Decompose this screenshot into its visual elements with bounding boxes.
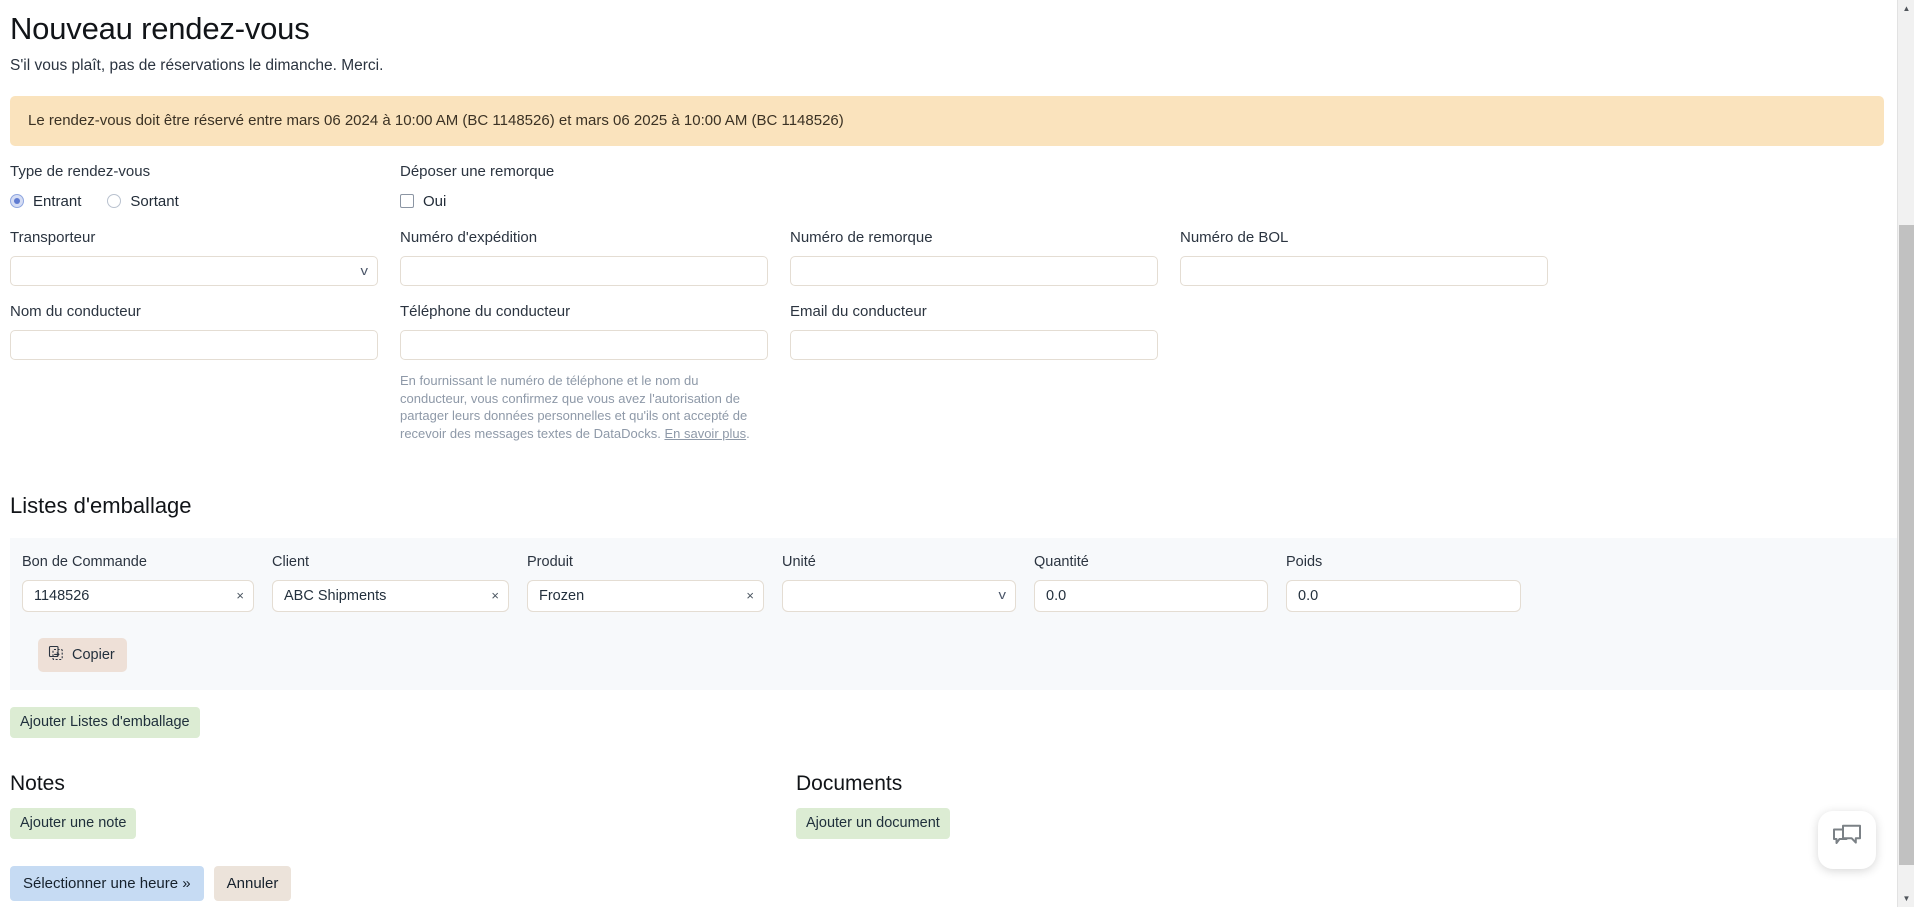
carrier-field-group: Transporteur v bbox=[10, 229, 400, 286]
shipment-number-field-group: Numéro d'expédition bbox=[400, 229, 790, 286]
carrier-label: Transporteur bbox=[10, 229, 96, 246]
customer-cell: Client ABC Shipments × bbox=[272, 554, 527, 612]
bol-number-field-group: Numéro de BOL bbox=[1180, 229, 1570, 286]
quantity-cell: Quantité 0.0 bbox=[1034, 554, 1286, 612]
driver-email-input[interactable] bbox=[790, 330, 1158, 360]
customer-clear-icon[interactable]: × bbox=[491, 581, 499, 611]
notes-section: Notes Ajouter une note bbox=[10, 771, 796, 839]
driver-email-field-group: Email du conducteur bbox=[790, 303, 1180, 455]
appointment-type-group: Type de rendez-vous Entrant Sortant bbox=[10, 163, 400, 212]
radio-sortant-label[interactable]: Sortant bbox=[130, 193, 178, 210]
chevron-down-icon: v bbox=[360, 263, 368, 278]
driver-phone-field-group: Téléphone du conducteur En fournissant l… bbox=[400, 303, 790, 455]
product-value: Frozen bbox=[539, 588, 585, 604]
appointment-form-page: Nouveau rendez-vous S'il vous plaît, pas… bbox=[0, 0, 1914, 907]
customer-label: Client bbox=[272, 554, 310, 570]
chat-bubbles-icon bbox=[1831, 824, 1863, 857]
driver-consent-trailing: . bbox=[746, 425, 750, 441]
unit-label: Unité bbox=[782, 554, 816, 570]
radio-entrant[interactable] bbox=[10, 194, 24, 208]
add-note-button[interactable]: Ajouter une note bbox=[10, 808, 137, 839]
type-and-trailer-row: Type de rendez-vous Entrant Sortant Dépo… bbox=[10, 163, 1884, 212]
driver-name-field-group: Nom du conducteur bbox=[10, 303, 400, 455]
checkbox-drop-trailer[interactable] bbox=[400, 194, 414, 208]
select-time-button[interactable]: Sélectionner une heure » bbox=[10, 866, 204, 901]
radio-sortant[interactable] bbox=[107, 194, 122, 208]
carrier-select[interactable]: v bbox=[10, 256, 378, 286]
driver-phone-label: Téléphone du conducteur bbox=[400, 303, 571, 320]
unit-select[interactable]: v bbox=[782, 580, 1016, 612]
packing-lists-title: Listes d'emballage bbox=[10, 493, 192, 518]
trailer-number-label: Numéro de remorque bbox=[790, 229, 933, 246]
product-label: Produit bbox=[527, 554, 573, 570]
booking-window-alert: Le rendez-vous doit être réservé entre m… bbox=[10, 96, 1884, 146]
radio-entrant-label[interactable]: Entrant bbox=[33, 193, 81, 210]
customer-value: ABC Shipments bbox=[284, 588, 387, 604]
bol-number-input[interactable] bbox=[1180, 256, 1548, 286]
po-value: 1148526 bbox=[34, 588, 90, 604]
weight-input[interactable]: 0.0 bbox=[1286, 580, 1521, 612]
scroll-down-arrow-icon[interactable]: ▼ bbox=[1898, 890, 1914, 907]
driver-consent-note: En fournissant le numéro de téléphone et… bbox=[400, 372, 768, 442]
documents-title: Documents bbox=[796, 772, 903, 795]
customer-input[interactable]: ABC Shipments × bbox=[272, 580, 509, 612]
po-cell: Bon de Commande 1148526 × bbox=[22, 554, 272, 612]
notes-title: Notes bbox=[10, 772, 65, 795]
copy-packing-list-button[interactable]: Copier bbox=[38, 638, 127, 672]
po-input[interactable]: 1148526 × bbox=[22, 580, 254, 612]
packing-lists-panel: Bon de Commande 1148526 × Client ABC Shi… bbox=[10, 538, 1904, 690]
driver-phone-input[interactable] bbox=[400, 330, 768, 360]
driver-name-label: Nom du conducteur bbox=[10, 303, 141, 320]
trailer-number-input[interactable] bbox=[790, 256, 1158, 286]
checkbox-drop-trailer-label[interactable]: Oui bbox=[423, 193, 446, 210]
learn-more-link[interactable]: En savoir plus bbox=[664, 426, 746, 441]
chat-widget-button[interactable] bbox=[1818, 811, 1876, 869]
drop-trailer-label: Déposer une remorque bbox=[400, 163, 555, 180]
page-title: Nouveau rendez-vous bbox=[10, 11, 310, 46]
bol-number-label: Numéro de BOL bbox=[1180, 229, 1289, 246]
documents-section: Documents Ajouter un document bbox=[796, 771, 1496, 839]
drop-trailer-group: Déposer une remorque Oui bbox=[400, 163, 790, 212]
weight-label: Poids bbox=[1286, 554, 1323, 570]
add-packing-list-button[interactable]: Ajouter Listes d'emballage bbox=[10, 707, 200, 738]
shipment-number-input[interactable] bbox=[400, 256, 768, 286]
copy-button-label: Copier bbox=[72, 647, 115, 663]
quantity-input[interactable]: 0.0 bbox=[1034, 580, 1268, 612]
product-input[interactable]: Frozen × bbox=[527, 580, 764, 612]
weight-cell: Poids 0.0 bbox=[1286, 554, 1539, 612]
scrollbar-thumb[interactable] bbox=[1899, 225, 1914, 865]
scroll-up-arrow-icon[interactable]: ▲ bbox=[1898, 0, 1914, 17]
quantity-label: Quantité bbox=[1034, 554, 1089, 570]
cancel-button[interactable]: Annuler bbox=[213, 866, 292, 901]
shipment-fields-row: Transporteur v Numéro d'expédition Numér… bbox=[10, 229, 1884, 286]
form-actions: Sélectionner une heure » Annuler bbox=[10, 866, 1884, 907]
unit-cell: Unité v bbox=[782, 554, 1034, 612]
po-clear-icon[interactable]: × bbox=[236, 581, 244, 611]
product-clear-icon[interactable]: × bbox=[746, 581, 754, 611]
quantity-value: 0.0 bbox=[1046, 588, 1067, 604]
driver-name-input[interactable] bbox=[10, 330, 378, 360]
appointment-type-label: Type de rendez-vous bbox=[10, 163, 151, 180]
appointment-type-choices: Entrant Sortant bbox=[10, 190, 370, 212]
driver-row-spacer bbox=[1180, 303, 1570, 455]
page-subtitle: S'il vous plaît, pas de réservations le … bbox=[10, 57, 384, 74]
weight-value: 0.0 bbox=[1298, 588, 1319, 604]
product-cell: Produit Frozen × bbox=[527, 554, 782, 612]
drop-trailer-choice: Oui bbox=[400, 190, 760, 212]
notes-documents-row: Notes Ajouter une note Documents Ajouter… bbox=[10, 771, 1884, 839]
page-content: Nouveau rendez-vous S'il vous plaît, pas… bbox=[0, 0, 1904, 907]
trailer-number-field-group: Numéro de remorque bbox=[790, 229, 1180, 286]
add-document-button[interactable]: Ajouter un document bbox=[796, 808, 950, 839]
driver-email-label: Email du conducteur bbox=[790, 303, 927, 320]
packing-list-row: Bon de Commande 1148526 × Client ABC Shi… bbox=[22, 554, 1892, 612]
page-scrollbar[interactable]: ▲ ▼ bbox=[1897, 0, 1914, 907]
po-label: Bon de Commande bbox=[22, 554, 147, 570]
unit-chevron-down-icon: v bbox=[998, 587, 1006, 602]
driver-fields-row: Nom du conducteur Téléphone du conducteu… bbox=[10, 303, 1884, 455]
alert-text: Le rendez-vous doit être réservé entre m… bbox=[28, 112, 844, 129]
shipment-number-label: Numéro d'expédition bbox=[400, 229, 538, 246]
copy-icon bbox=[48, 645, 64, 665]
